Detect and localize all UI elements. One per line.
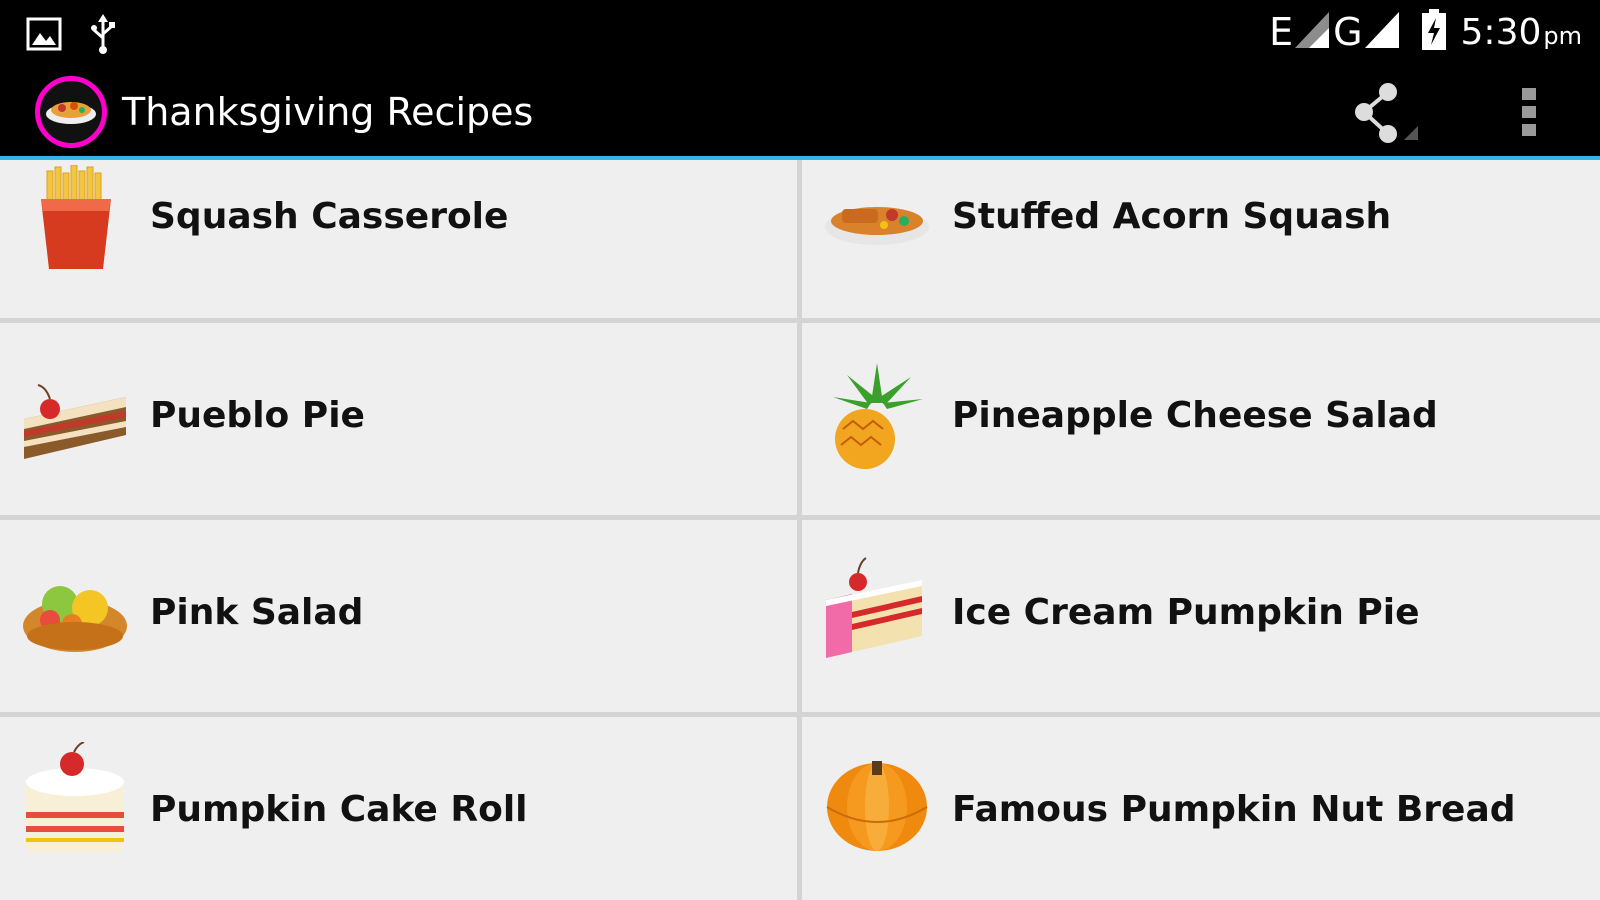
casserole-dish-icon — [822, 164, 932, 274]
battery-charging-icon — [1421, 8, 1447, 56]
pumpkin-icon — [822, 747, 932, 857]
recipe-item[interactable]: Ice Cream Pumpkin Pie — [802, 520, 1600, 712]
pineapple-icon — [822, 363, 932, 473]
recipe-item[interactable]: Pink Salad — [0, 520, 797, 712]
recipe-label: Pueblo Pie — [150, 395, 365, 436]
recipe-item[interactable]: Pueblo Pie — [0, 323, 797, 515]
network-type-2: G — [1333, 10, 1363, 54]
share-icon[interactable] — [1352, 78, 1422, 148]
recipe-label: Famous Pumpkin Nut Bread — [952, 789, 1516, 830]
recipe-label: Stuffed Acorn Squash — [952, 196, 1392, 237]
recipe-label: Pineapple Cheese Salad — [952, 395, 1438, 436]
recipe-item[interactable]: Pineapple Cheese Salad — [802, 323, 1600, 515]
recipe-item[interactable]: Stuffed Acorn Squash — [802, 160, 1600, 318]
recipe-label: Pink Salad — [150, 592, 364, 633]
recipe-item[interactable]: Famous Pumpkin Nut Bread — [802, 717, 1600, 900]
network-type-1: E — [1269, 10, 1294, 54]
recipe-item[interactable]: Squash Casserole — [0, 160, 797, 318]
pink-cake-slice-icon — [822, 550, 932, 660]
app-title: Thanksgiving Recipes — [122, 90, 534, 134]
usb-icon — [88, 14, 118, 59]
recipe-label: Pumpkin Cake Roll — [150, 789, 528, 830]
recipe-label: Squash Casserole — [150, 196, 509, 237]
signal-icon — [1364, 11, 1399, 53]
status-bar: E G 5:30pm — [0, 0, 1600, 64]
image-icon — [26, 17, 62, 56]
cake-slice-icon — [20, 363, 130, 473]
food-bowl-icon[interactable] — [35, 76, 107, 148]
action-bar: Thanksgiving Recipes — [0, 64, 1600, 158]
layer-cake-icon — [20, 742, 130, 857]
recipe-grid: Squash Casserole Stuffed Acorn Squash Pu… — [0, 160, 1600, 900]
fruit-bowl-icon — [20, 560, 130, 670]
signal-icon — [1295, 11, 1330, 53]
recipe-item[interactable]: Pumpkin Cake Roll — [0, 717, 797, 900]
clock: 5:30pm — [1460, 11, 1582, 53]
recipe-label: Ice Cream Pumpkin Pie — [952, 592, 1420, 633]
overflow-menu-icon[interactable] — [1510, 84, 1550, 144]
french-fries-icon — [20, 164, 130, 274]
